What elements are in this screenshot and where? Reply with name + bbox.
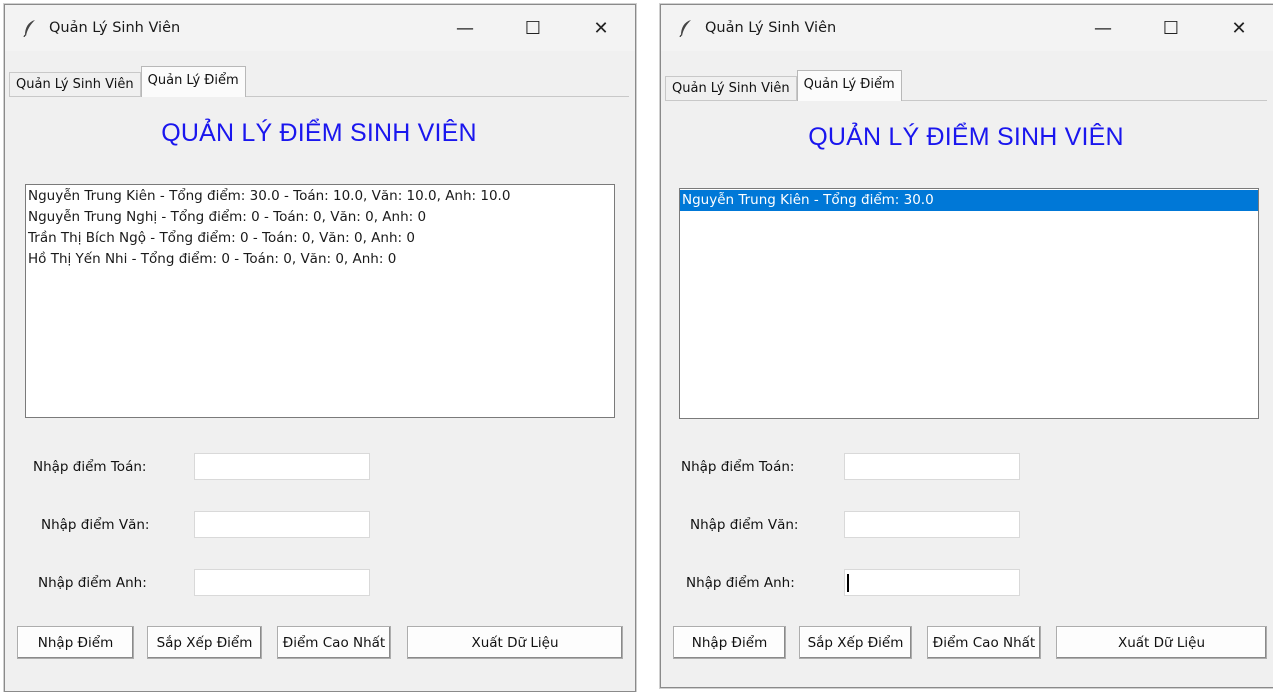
title-bar[interactable]: Quản Lý Sinh Viên — ☐ ✕ (661, 5, 1273, 51)
window-title: Quản Lý Sinh Viên (705, 20, 837, 36)
tab-student-management[interactable]: Quản Lý Sinh Viên (9, 72, 141, 97)
text-caret (847, 574, 849, 592)
tab-grade-management[interactable]: Quản Lý Điểm (796, 70, 902, 101)
list-item[interactable]: Nguyễn Trung Nghị - Tổng điểm: 0 - Toán:… (26, 207, 614, 228)
grade-panel: QUẢN LÝ ĐIỂM SINH VIÊN Nguyễn Trung Kiên… (665, 100, 1267, 681)
title-bar[interactable]: Quản Lý Sinh Viên — ☐ ✕ (5, 5, 635, 51)
grade-panel: QUẢN LÝ ĐIỂM SINH VIÊN Nguyễn Trung Kiên… (9, 96, 629, 685)
right-window: Quản Lý Sinh Viên — ☐ ✕ Quản Lý Sinh Viê… (660, 4, 1273, 688)
feather-icon (21, 18, 39, 38)
tab-bar: Quản Lý Sinh Viên Quản Lý Điểm (9, 66, 246, 97)
left-window: Quản Lý Sinh Viên — ☐ ✕ Quản Lý Sinh Viê… (4, 4, 636, 692)
highest-grade-button[interactable]: Điểm Cao Nhất (927, 626, 1041, 659)
close-icon[interactable]: ✕ (1205, 5, 1273, 51)
enter-grade-button[interactable]: Nhập Điểm (17, 626, 134, 659)
student-listbox[interactable]: Nguyễn Trung Kiên - Tổng điểm: 30.0 - To… (25, 184, 615, 418)
math-input[interactable] (844, 453, 1020, 480)
page-title: QUẢN LÝ ĐIỂM SINH VIÊN (808, 123, 1124, 151)
tab-grade-management[interactable]: Quản Lý Điểm (140, 66, 246, 97)
english-label: Nhập điểm Anh: (38, 575, 147, 591)
export-data-button[interactable]: Xuất Dữ Liệu (1056, 626, 1267, 659)
list-item[interactable]: Hồ Thị Yến Nhi - Tổng điểm: 0 - Toán: 0,… (26, 249, 614, 270)
export-data-button[interactable]: Xuất Dữ Liệu (407, 626, 623, 659)
close-icon[interactable]: ✕ (567, 5, 635, 51)
tab-student-management[interactable]: Quản Lý Sinh Viên (665, 76, 797, 101)
enter-grade-button[interactable]: Nhập Điểm (673, 626, 786, 659)
page-title: QUẢN LÝ ĐIỂM SINH VIÊN (161, 119, 477, 147)
minimize-icon[interactable]: — (1069, 5, 1137, 51)
literature-label: Nhập điểm Văn: (690, 517, 799, 533)
list-item[interactable]: Trần Thị Bích Ngộ - Tổng điểm: 0 - Toán:… (26, 228, 614, 249)
student-listbox[interactable]: Nguyễn Trung Kiên - Tổng điểm: 30.0 (679, 188, 1259, 419)
minimize-icon[interactable]: — (431, 5, 499, 51)
math-label: Nhập điểm Toán: (681, 459, 795, 475)
maximize-icon[interactable]: ☐ (499, 5, 567, 51)
english-label: Nhập điểm Anh: (686, 575, 795, 591)
window-title: Quản Lý Sinh Viên (49, 20, 181, 36)
list-item-selected[interactable]: Nguyễn Trung Kiên - Tổng điểm: 30.0 (680, 190, 1258, 211)
feather-icon (677, 18, 695, 38)
sort-grade-button[interactable]: Sắp Xếp Điểm (799, 626, 912, 659)
math-input[interactable] (194, 453, 370, 480)
math-label: Nhập điểm Toán: (33, 459, 147, 475)
sort-grade-button[interactable]: Sắp Xếp Điểm (147, 626, 262, 659)
literature-label: Nhập điểm Văn: (41, 517, 150, 533)
highest-grade-button[interactable]: Điểm Cao Nhất (277, 626, 391, 659)
english-input[interactable] (194, 569, 370, 596)
english-input[interactable] (844, 569, 1020, 596)
tab-bar: Quản Lý Sinh Viên Quản Lý Điểm (665, 70, 902, 101)
literature-input[interactable] (844, 511, 1020, 538)
literature-input[interactable] (194, 511, 370, 538)
list-item[interactable]: Nguyễn Trung Kiên - Tổng điểm: 30.0 - To… (26, 186, 614, 207)
maximize-icon[interactable]: ☐ (1137, 5, 1205, 51)
